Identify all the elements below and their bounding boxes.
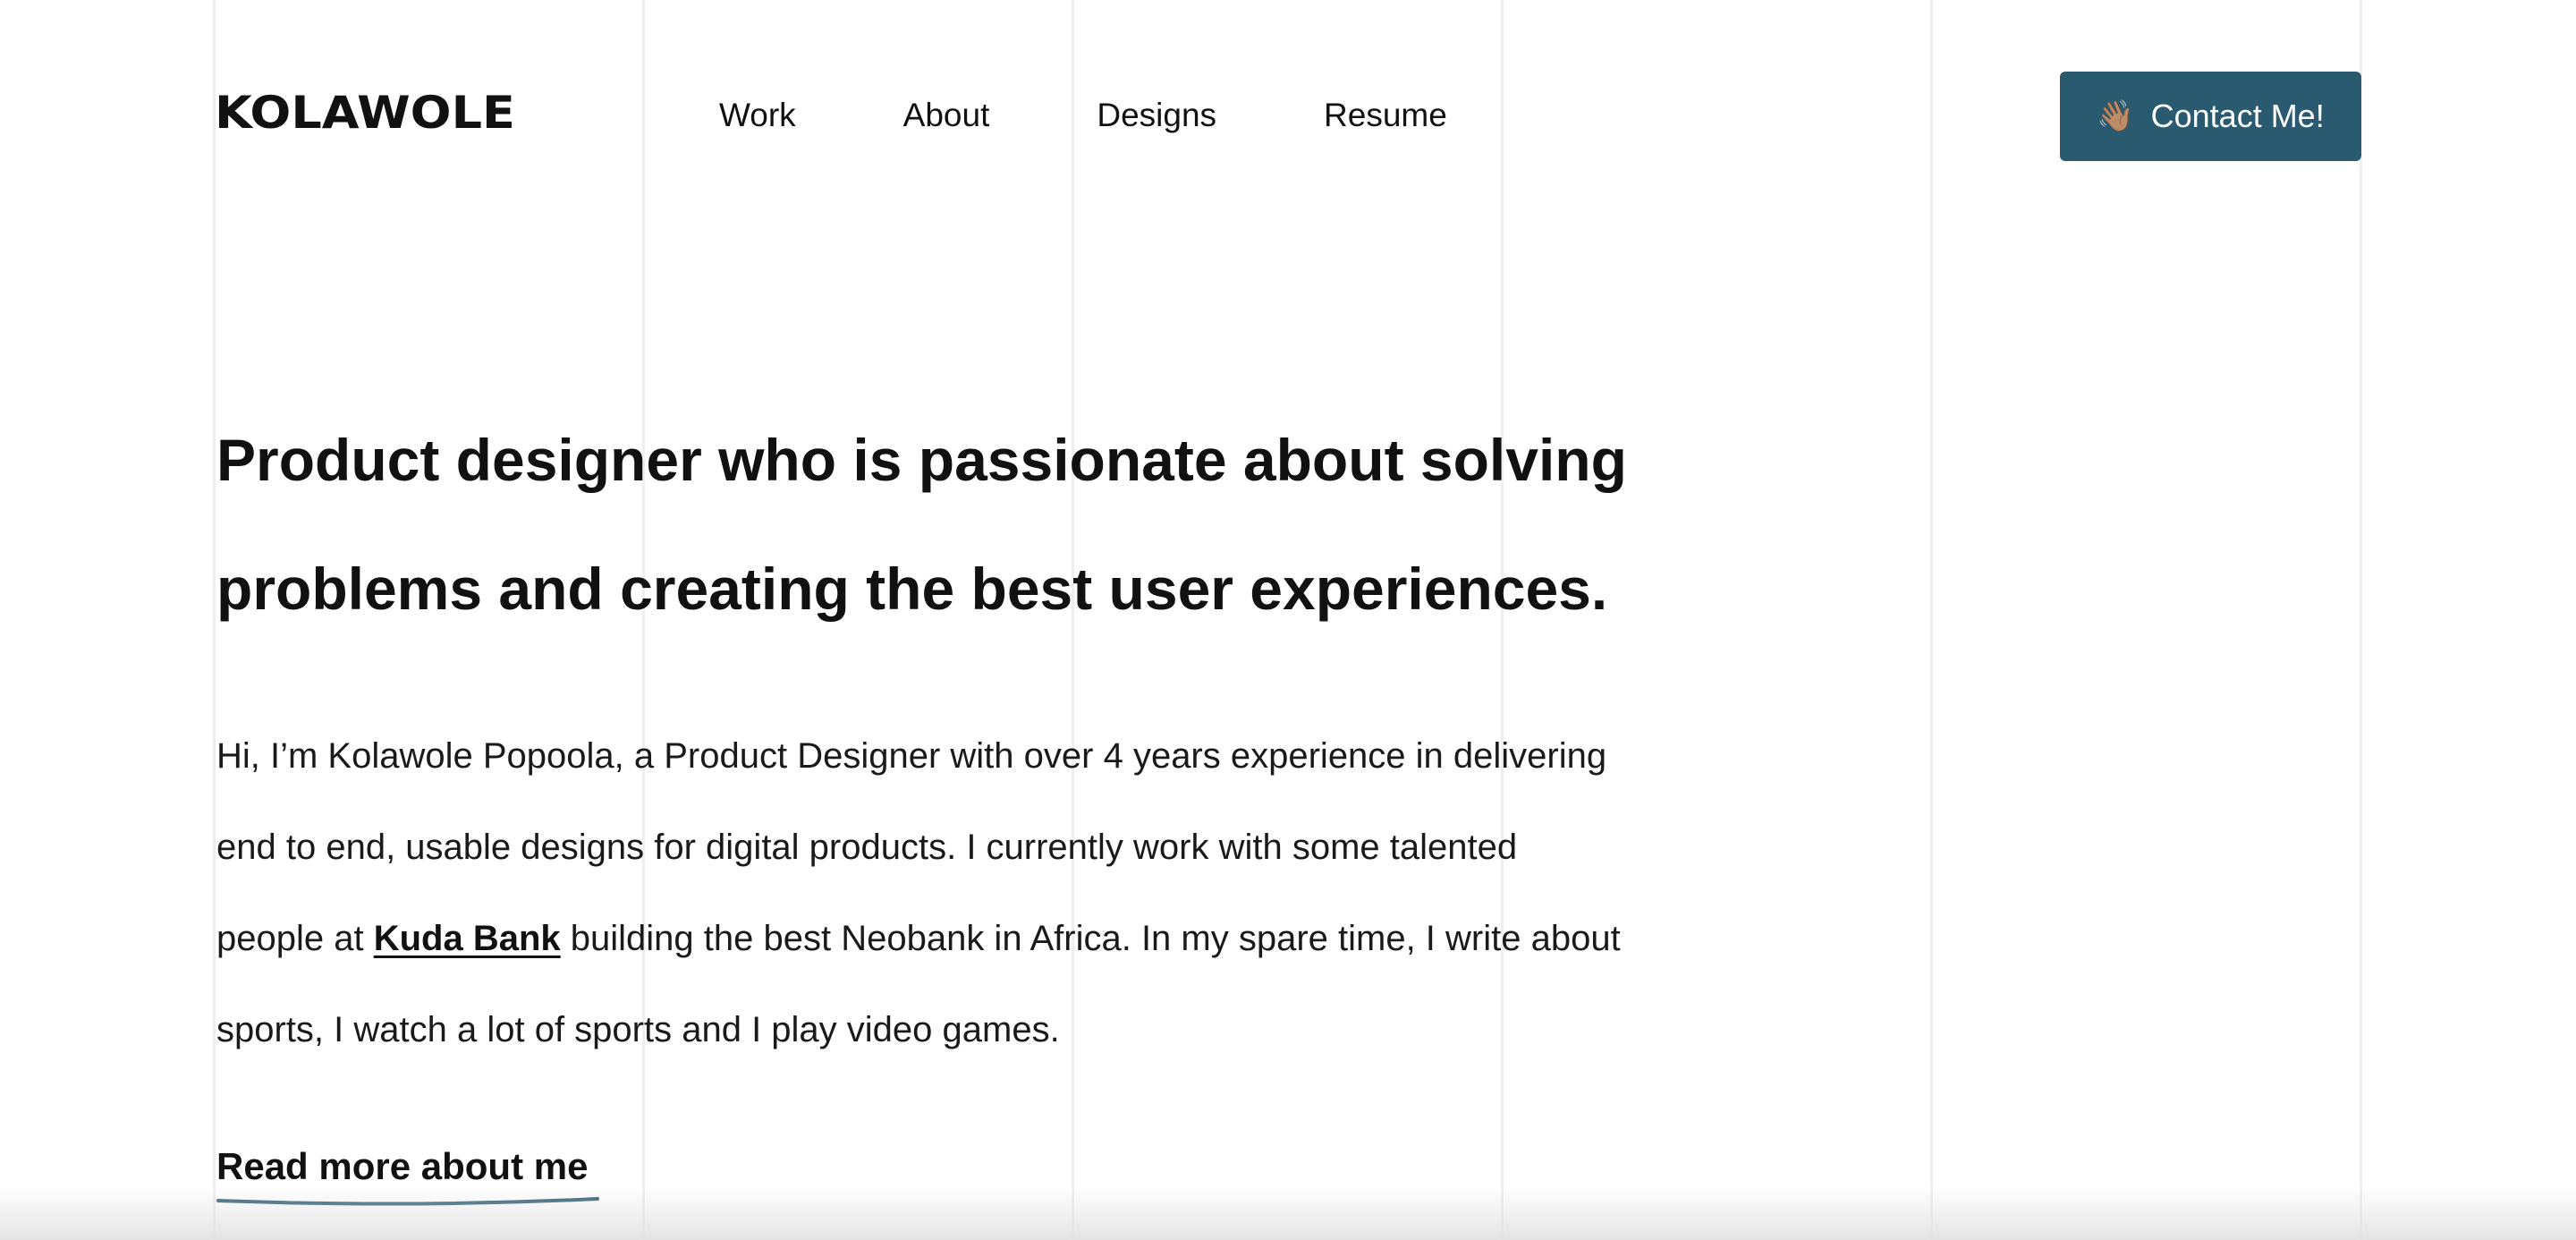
bio-line: people at Kuda Bank building the best Ne… xyxy=(216,893,1809,984)
hero-headline-line: Product designer who is passionate about… xyxy=(216,427,1627,493)
bio-line: end to end, usable designs for digital p… xyxy=(216,828,1518,867)
bio-paragraph: Hi, I’m Kolawole Popoola, a Product Desi… xyxy=(216,710,1809,1075)
waving-hand-icon: 👋🏽 xyxy=(2097,99,2135,133)
hero-headline: Product designer who is passionate about… xyxy=(216,395,1737,653)
contact-button-label: Contact Me! xyxy=(2150,98,2325,134)
kuda-bank-link[interactable]: Kuda Bank xyxy=(374,919,561,958)
bio-text: people at xyxy=(216,919,374,958)
contact-button[interactable]: 👋🏽 Contact Me! xyxy=(2060,72,2361,161)
grid-line xyxy=(1930,0,1933,1240)
grid-line xyxy=(2360,0,2362,1240)
read-more-underline xyxy=(216,1197,599,1206)
bio-line: Hi, I’m Kolawole Popoola, a Product Desi… xyxy=(216,736,1607,776)
site-logo[interactable]: KOLAWOLE xyxy=(215,88,515,138)
hero-headline-line: problems and creating the best user expe… xyxy=(216,556,1608,622)
read-more-link[interactable]: Read more about me xyxy=(216,1142,588,1192)
nav-link-designs[interactable]: Designs xyxy=(1097,93,1216,138)
nav-link-resume[interactable]: Resume xyxy=(1324,93,1447,138)
main-nav: Work About Designs Resume xyxy=(719,93,1447,138)
grid-line xyxy=(213,0,216,1240)
bio-text: building the best Neobank in Africa. In … xyxy=(560,919,1621,958)
bottom-fade xyxy=(0,1186,2576,1240)
nav-link-about[interactable]: About xyxy=(903,93,990,138)
site-header: KOLAWOLE Work About Designs Resume 👋🏽 Co… xyxy=(0,0,2576,179)
nav-link-work[interactable]: Work xyxy=(719,93,796,138)
bio-line: sports, I watch a lot of sports and I pl… xyxy=(216,1010,1060,1049)
